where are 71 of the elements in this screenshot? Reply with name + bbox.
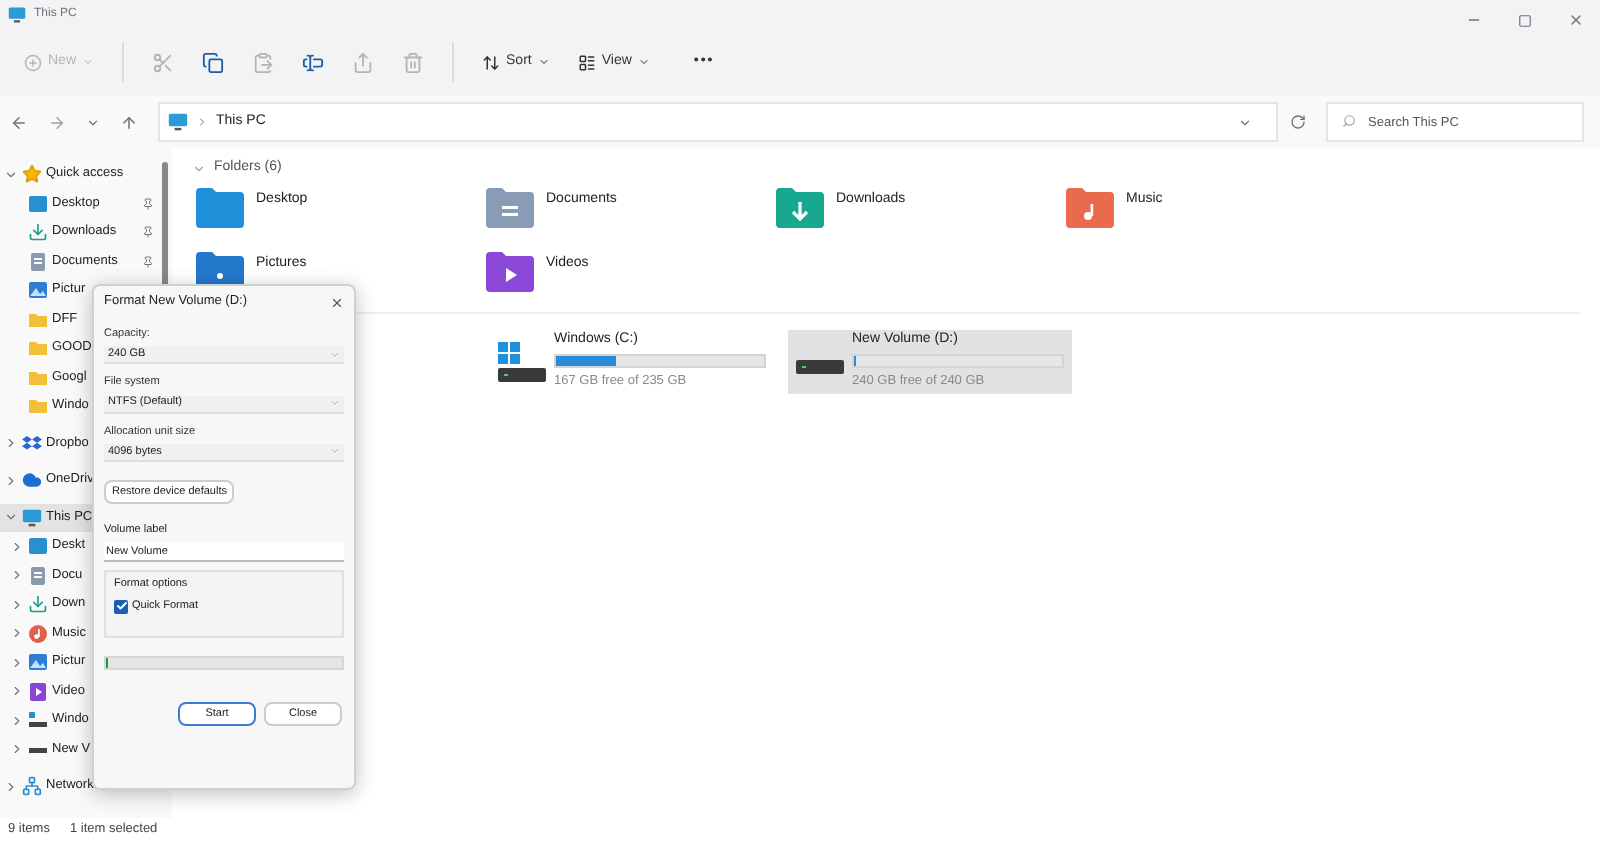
- document-icon: [28, 251, 48, 272]
- drive-icon: [28, 710, 48, 731]
- folder-icon: [486, 187, 534, 227]
- chevron-right-icon[interactable]: [10, 626, 24, 641]
- back-icon[interactable]: [10, 113, 28, 131]
- desktop-icon: [28, 536, 48, 557]
- sort-icon: [482, 53, 501, 71]
- video-icon: [28, 681, 48, 702]
- chevron-right-icon[interactable]: [4, 436, 18, 451]
- close-icon[interactable]: [1568, 12, 1584, 28]
- download-icon: [28, 222, 48, 243]
- caret-icon: [537, 56, 550, 68]
- chevron-right-icon[interactable]: [10, 655, 24, 670]
- caret-icon: [82, 56, 95, 68]
- download-icon: [28, 594, 48, 615]
- maximize-icon[interactable]: [1518, 13, 1532, 27]
- recent-caret-icon[interactable]: [86, 115, 100, 129]
- folder-icon: [28, 338, 48, 359]
- cloud-icon: [22, 470, 42, 491]
- history-caret-icon[interactable]: [1238, 115, 1252, 129]
- trash-icon: [402, 51, 425, 73]
- plus-circle-icon: [24, 53, 42, 71]
- check-icon: [115, 600, 127, 613]
- folder-icon: [28, 309, 48, 330]
- chevron-down-icon[interactable]: [4, 167, 18, 182]
- search-icon: [1342, 114, 1356, 128]
- chevron-down-icon[interactable]: [192, 161, 206, 176]
- dropbox-icon: [22, 433, 42, 454]
- caret-icon: [330, 349, 340, 360]
- copy-icon: [202, 51, 225, 73]
- chevron-down-icon[interactable]: [4, 510, 18, 525]
- folder-icon: [1066, 187, 1114, 227]
- folder-icon: [196, 187, 244, 227]
- breadcrumb-chevron-icon: [196, 116, 208, 128]
- caret-icon: [330, 446, 340, 457]
- network-icon: [22, 776, 42, 797]
- pictures-icon: [28, 280, 48, 301]
- checkbox[interactable]: [114, 599, 128, 614]
- forward-icon[interactable]: [48, 113, 66, 131]
- monitor-icon: [8, 5, 26, 23]
- folder-icon: [776, 187, 824, 227]
- up-icon[interactable]: [120, 113, 138, 131]
- scissors-icon: [152, 51, 175, 73]
- monitor-icon: [168, 112, 188, 132]
- folder-icon: [28, 396, 48, 417]
- music-icon: [28, 623, 48, 644]
- text-cursor-icon: [302, 51, 325, 73]
- chevron-right-icon[interactable]: [4, 473, 18, 488]
- clipboard-icon: [252, 51, 275, 73]
- chevron-right-icon[interactable]: [10, 568, 24, 583]
- share-icon: [352, 51, 375, 73]
- chevron-right-icon[interactable]: [10, 684, 24, 699]
- star-icon: [22, 164, 42, 185]
- chevron-right-icon[interactable]: [10, 742, 24, 757]
- pictures-icon: [28, 652, 48, 673]
- drive-icon: [498, 341, 546, 381]
- desktop-icon: [28, 193, 48, 214]
- refresh-icon[interactable]: [1290, 114, 1306, 130]
- chevron-right-icon[interactable]: [4, 779, 18, 794]
- document-icon: [28, 565, 48, 586]
- caret-icon: [637, 56, 650, 68]
- caret-icon: [330, 398, 340, 408]
- monitor-icon: [22, 507, 42, 528]
- folder-icon: [486, 251, 534, 291]
- chevron-right-icon[interactable]: [10, 539, 24, 554]
- chevron-right-icon[interactable]: [10, 597, 24, 612]
- close-icon[interactable]: [330, 295, 344, 309]
- folder-icon: [28, 367, 48, 388]
- list-icon: [577, 53, 596, 71]
- drive-icon: [796, 360, 844, 374]
- chevron-right-icon[interactable]: [10, 713, 24, 728]
